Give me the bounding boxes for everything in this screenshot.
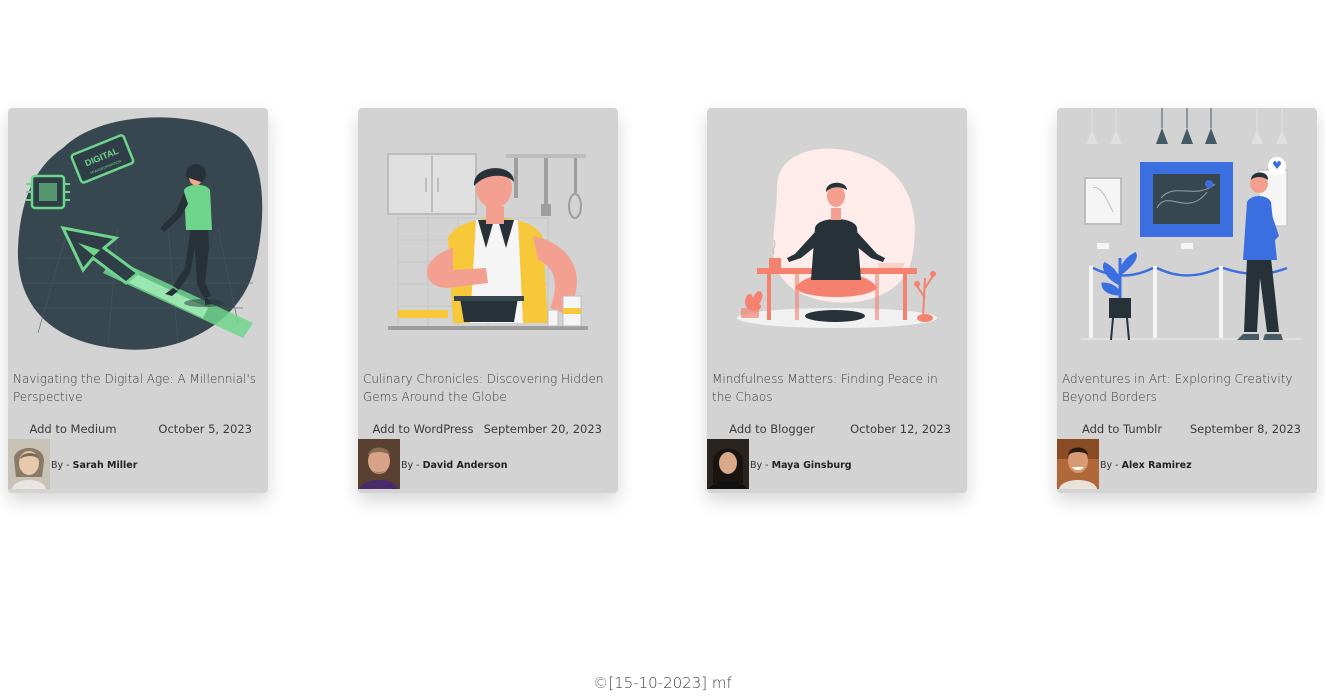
byline: By - Sarah Miller [51,460,137,471]
card-illustration-digital: DIGITAL TRANSFORMATION [8,108,268,366]
card-illustration-meditation [707,108,967,366]
page: DIGITAL TRANSFORMATION Navigating the Di… [0,0,1325,696]
author-name[interactable]: David Anderson [423,460,508,471]
add-to-medium-button[interactable]: Add to Medium [8,422,138,436]
add-to-tumblr-button[interactable]: Add to Tumblr [1057,422,1187,436]
card-illustration-art-gallery [1057,108,1317,366]
post-date: October 5, 2023 [158,422,252,436]
add-to-wordpress-button[interactable]: Add to WordPress [358,422,488,436]
byline: By - Maya Ginsburg [750,460,852,471]
blog-card[interactable]: Culinary Chronicles: Discovering Hidden … [358,108,618,493]
footer-copyright: ©[15-10-2023] mf [593,674,732,692]
author-row: By - David Anderson [358,439,507,489]
avatar [707,439,749,489]
byline-prefix: By - [401,459,423,471]
author-name[interactable]: Maya Ginsburg [772,460,852,471]
byline: By - Alex Ramirez [1100,460,1192,471]
post-title[interactable]: Culinary Chronicles: Discovering Hidden … [363,370,611,406]
post-date: September 20, 2023 [483,422,602,436]
card-illustration-cooking [358,108,618,366]
author-name[interactable]: Sarah Miller [73,460,138,471]
byline-prefix: By - [750,459,772,471]
avatar [8,439,50,489]
avatar [1057,439,1099,489]
blog-card[interactable]: Adventures in Art: Exploring Creativity … [1057,108,1317,493]
post-title[interactable]: Navigating the Digital Age: A Millennial… [13,370,261,406]
author-row: By - Sarah Miller [8,439,137,489]
post-title[interactable]: Mindfulness Matters: Finding Peace in th… [712,370,960,406]
byline-prefix: By - [51,459,73,471]
byline: By - David Anderson [401,460,507,471]
byline-prefix: By - [1100,459,1122,471]
blog-card[interactable]: DIGITAL TRANSFORMATION Navigating the Di… [8,108,268,493]
author-row: By - Maya Ginsburg [707,439,852,489]
avatar [358,439,400,489]
author-row: By - Alex Ramirez [1057,439,1192,489]
post-title[interactable]: Adventures in Art: Exploring Creativity … [1062,370,1310,406]
author-name[interactable]: Alex Ramirez [1122,460,1192,471]
post-date: October 12, 2023 [850,422,951,436]
blog-card[interactable]: Mindfulness Matters: Finding Peace in th… [707,108,967,493]
add-to-blogger-button[interactable]: Add to Blogger [707,422,837,436]
post-date: September 8, 2023 [1189,422,1301,436]
